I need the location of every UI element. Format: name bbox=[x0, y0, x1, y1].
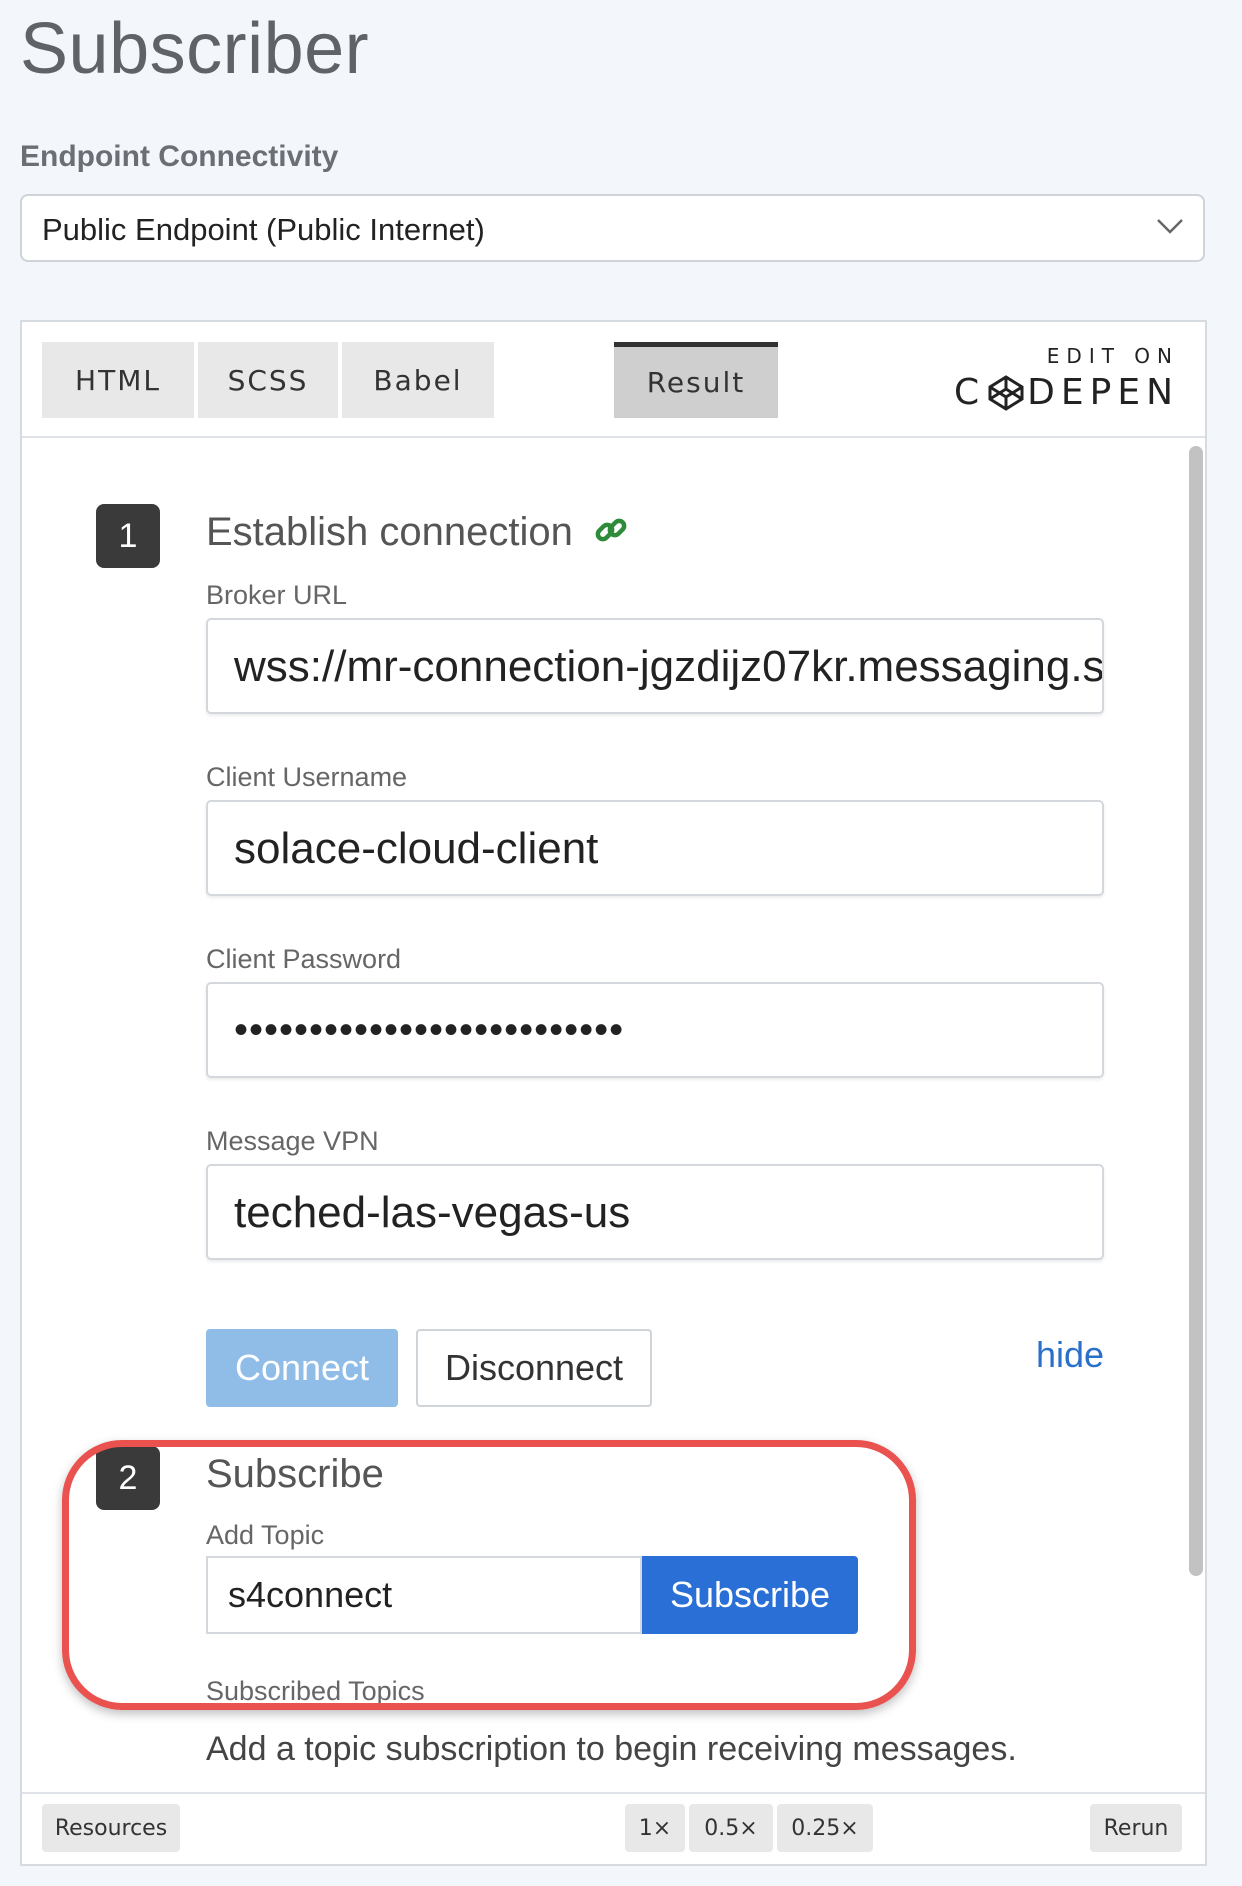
client-username-input[interactable]: solace-cloud-client bbox=[206, 800, 1104, 896]
zoom-0-5x-button[interactable]: 0.5× bbox=[689, 1804, 773, 1852]
codepen-cube-icon bbox=[988, 374, 1024, 411]
endpoint-connectivity-select[interactable]: Public Endpoint (Public Internet) bbox=[20, 194, 1205, 262]
resources-button[interactable]: Resources bbox=[42, 1804, 180, 1852]
step-1-title: Establish connection bbox=[206, 510, 628, 557]
embed-header: HTML SCSS Babel Result EDIT ON C DEPEN bbox=[22, 322, 1205, 438]
client-password-input[interactable]: •••••••••••••••••••••••••• bbox=[206, 982, 1104, 1078]
client-username-value: solace-cloud-client bbox=[234, 824, 599, 873]
client-password-label: Client Password bbox=[206, 944, 402, 974]
client-username-label: Client Username bbox=[206, 762, 408, 792]
tab-scss[interactable]: SCSS bbox=[198, 342, 338, 418]
edit-on-codepen-link[interactable]: EDIT ON C DEPEN bbox=[954, 344, 1179, 413]
step-1-badge: 1 bbox=[96, 504, 160, 568]
step-1-title-text: Establish connection bbox=[206, 510, 573, 554]
zoom-0-25x-button[interactable]: 0.25× bbox=[777, 1804, 873, 1852]
endpoint-select-value: Public Endpoint (Public Internet) bbox=[42, 212, 485, 247]
chevron-down-icon bbox=[1155, 216, 1185, 241]
rerun-button[interactable]: Rerun bbox=[1090, 1804, 1182, 1852]
client-password-value: •••••••••••••••••••••••••• bbox=[234, 1008, 625, 1052]
tab-result[interactable]: Result bbox=[614, 342, 778, 418]
scrollbar-thumb[interactable] bbox=[1189, 446, 1203, 1576]
message-vpn-value: teched-las-vegas-us bbox=[234, 1188, 631, 1237]
codepen-logo-text: DEPEN bbox=[1027, 372, 1179, 413]
broker-url-label: Broker URL bbox=[206, 580, 348, 610]
endpoint-connectivity-label: Endpoint Connectivity bbox=[20, 140, 339, 173]
codepen-logo: C DEPEN bbox=[954, 372, 1179, 413]
connect-button[interactable]: Connect bbox=[206, 1329, 398, 1407]
tab-html[interactable]: HTML bbox=[42, 342, 194, 418]
disconnect-button[interactable]: Disconnect bbox=[416, 1329, 652, 1407]
message-vpn-label: Message VPN bbox=[206, 1126, 379, 1156]
embed-footer: Resources 1× 0.5× 0.25× Rerun bbox=[22, 1792, 1205, 1864]
tab-babel[interactable]: Babel bbox=[342, 342, 494, 418]
result-scrollbar[interactable] bbox=[1185, 438, 1205, 1798]
message-vpn-input[interactable]: teched-las-vegas-us bbox=[206, 1164, 1104, 1260]
subscribe-section-highlight bbox=[62, 1440, 916, 1710]
hide-link[interactable]: hide bbox=[1036, 1334, 1104, 1376]
broker-url-value: wss://mr-connection-jgzdijz07kr.messagin… bbox=[234, 642, 1104, 691]
codepen-logo-c: C bbox=[954, 372, 986, 413]
zoom-1x-button[interactable]: 1× bbox=[625, 1804, 685, 1852]
link-icon bbox=[594, 512, 628, 557]
empty-subscriptions-message: Add a topic subscription to begin receiv… bbox=[206, 1730, 1017, 1768]
edit-on-label: EDIT ON bbox=[1046, 344, 1179, 368]
page-title: Subscriber bbox=[20, 9, 370, 89]
broker-url-input[interactable]: wss://mr-connection-jgzdijz07kr.messagin… bbox=[206, 618, 1104, 714]
